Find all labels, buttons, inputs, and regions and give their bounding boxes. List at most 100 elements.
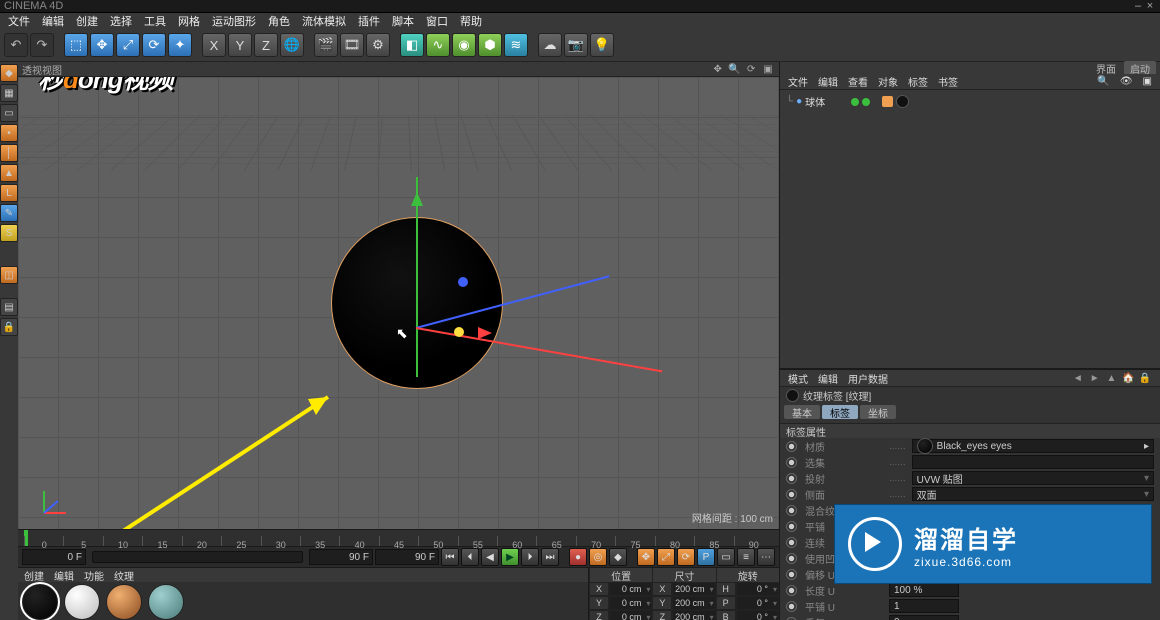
- gizmo-x-head-icon[interactable]: [458, 277, 468, 287]
- prop-tile-checkbox[interactable]: ✔: [917, 520, 929, 532]
- gizmo-z-arrow-icon[interactable]: [478, 327, 492, 339]
- recent-tool[interactable]: ✦: [168, 33, 192, 57]
- coord-pos-x[interactable]: 0 cm: [609, 582, 652, 596]
- prop-seamless-checkbox[interactable]: [917, 536, 929, 548]
- om-flat-icon[interactable]: ▣: [1143, 76, 1152, 87]
- autokey-button[interactable]: ◎: [589, 548, 607, 566]
- keyframe-button[interactable]: ◆: [609, 548, 627, 566]
- tab-coord[interactable]: 坐标: [860, 405, 896, 419]
- scale-tool[interactable]: ⤢: [116, 33, 140, 57]
- record-button[interactable]: ●: [569, 548, 587, 566]
- menu-window[interactable]: 窗口: [420, 13, 454, 29]
- om-menu-bookmarks[interactable]: 书签: [938, 74, 958, 89]
- am-nav-fwd-icon[interactable]: ►: [1088, 373, 1102, 384]
- key-scale-button[interactable]: ⤢: [657, 548, 675, 566]
- point-mode[interactable]: •: [0, 124, 18, 142]
- tree-item-sphere[interactable]: └ ● 球体: [786, 94, 1154, 109]
- goto-end-button[interactable]: ⏭: [541, 548, 559, 566]
- add-spline[interactable]: ∿: [426, 33, 450, 57]
- gizmo-y-axis[interactable]: [416, 177, 418, 377]
- rotate-tool[interactable]: ⟳: [142, 33, 166, 57]
- gizmo-center-icon[interactable]: [454, 327, 464, 337]
- material-item[interactable]: Tongue: [62, 584, 102, 620]
- anim-dot-icon[interactable]: [786, 457, 797, 468]
- add-nurbs[interactable]: ◉: [452, 33, 476, 57]
- mat-menu-edit[interactable]: 编辑: [54, 568, 74, 583]
- window-close-icon[interactable]: ×: [1144, 0, 1156, 12]
- om-menu-view[interactable]: 查看: [848, 74, 868, 89]
- texture-mode[interactable]: ▦: [0, 84, 18, 102]
- vp-zoom-icon[interactable]: 🔍: [727, 64, 741, 75]
- vp-maximize-icon[interactable]: ▣: [761, 64, 775, 75]
- prop-lenu-field[interactable]: 100 %: [889, 583, 959, 597]
- am-menu-userdata[interactable]: 用户数据: [848, 371, 888, 386]
- material-item[interactable]: Black_e: [20, 584, 60, 620]
- am-nav-lock-icon[interactable]: 🔒: [1138, 373, 1152, 384]
- prop-projection-select[interactable]: UVW 贴图: [912, 471, 1154, 485]
- om-menu-edit[interactable]: 编辑: [818, 74, 838, 89]
- menu-help[interactable]: 帮助: [454, 13, 488, 29]
- mat-menu-texture[interactable]: 纹理: [114, 568, 134, 583]
- coord-size-y[interactable]: 200 cm: [672, 596, 715, 610]
- anim-dot-icon[interactable]: [786, 601, 797, 612]
- render-view[interactable]: 🎬: [314, 33, 338, 57]
- mat-menu-create[interactable]: 创建: [24, 568, 44, 583]
- anim-dot-icon[interactable]: [786, 489, 797, 500]
- add-environment[interactable]: ☁: [538, 33, 562, 57]
- add-cube[interactable]: ◧: [400, 33, 424, 57]
- add-camera[interactable]: 📷: [564, 33, 588, 57]
- render-settings[interactable]: ⚙: [366, 33, 390, 57]
- step-back-button[interactable]: ⏴: [461, 548, 479, 566]
- menu-file[interactable]: 文件: [2, 13, 36, 29]
- menu-mesh[interactable]: 网格: [172, 13, 206, 29]
- goto-start-button[interactable]: ⏮: [441, 548, 459, 566]
- select-tool[interactable]: ⬚: [64, 33, 88, 57]
- material-item[interactable]: Bone_sk: [104, 584, 144, 620]
- key-rot-button[interactable]: ⟳: [677, 548, 695, 566]
- am-nav-home-icon[interactable]: 🏠: [1121, 373, 1135, 384]
- menu-script[interactable]: 脚本: [386, 13, 420, 29]
- anim-dot-icon[interactable]: [786, 553, 797, 564]
- quantize-icon[interactable]: ▤: [0, 298, 18, 316]
- anim-dot-icon[interactable]: [786, 505, 797, 516]
- coord-size-z[interactable]: 200 cm: [672, 610, 715, 620]
- edge-mode[interactable]: │: [0, 144, 18, 162]
- menu-character[interactable]: 角色: [262, 13, 296, 29]
- material-item[interactable]: Glass - l: [146, 584, 186, 620]
- frame-current-field[interactable]: 90 F: [375, 549, 439, 565]
- vp-orbit-icon[interactable]: ⟳: [744, 64, 758, 75]
- undo-button[interactable]: ↶: [4, 33, 28, 57]
- menu-tools[interactable]: 工具: [138, 13, 172, 29]
- play-button[interactable]: ▶: [501, 548, 519, 566]
- render-pv[interactable]: 🎞: [340, 33, 364, 57]
- move-tool[interactable]: ✥: [90, 33, 114, 57]
- prop-tileu-field[interactable]: 1: [889, 599, 959, 613]
- workplane-mode[interactable]: ▭: [0, 104, 18, 122]
- om-filter-icon[interactable]: 👁: [1120, 76, 1133, 87]
- frame-end-field[interactable]: 90 F: [309, 549, 373, 565]
- coord-pos-z[interactable]: 0 cm: [609, 610, 652, 620]
- model-mode[interactable]: ◆: [0, 64, 18, 82]
- phong-tag-icon[interactable]: [882, 96, 893, 107]
- anim-dot-icon[interactable]: [786, 585, 797, 596]
- axis-y-lock[interactable]: Y: [228, 33, 252, 57]
- menu-select[interactable]: 选择: [104, 13, 138, 29]
- prop-usebump-checkbox[interactable]: ✔: [911, 552, 923, 564]
- play-back-button[interactable]: ◀: [481, 548, 499, 566]
- add-deformer[interactable]: ≋: [504, 33, 528, 57]
- material-picker-icon[interactable]: ▸: [1144, 441, 1149, 452]
- coord-system[interactable]: 🌐: [280, 33, 304, 57]
- prop-side-select[interactable]: 双面: [912, 487, 1154, 501]
- mat-menu-function[interactable]: 功能: [84, 568, 104, 583]
- tab-tag[interactable]: 标签: [822, 405, 858, 419]
- key-more-button[interactable]: ⋯: [757, 548, 775, 566]
- add-generator[interactable]: ⬢: [478, 33, 502, 57]
- key-options-button[interactable]: ≡: [737, 548, 755, 566]
- object-tree[interactable]: └ ● 球体: [780, 90, 1160, 369]
- prop-mix-checkbox[interactable]: [906, 504, 918, 516]
- am-menu-edit[interactable]: 编辑: [818, 371, 838, 386]
- vp-pan-icon[interactable]: ✥: [711, 64, 725, 75]
- key-pla-button[interactable]: ▭: [717, 548, 735, 566]
- window-min-icon[interactable]: –: [1132, 0, 1144, 12]
- prop-repu-field[interactable]: 0: [889, 615, 959, 620]
